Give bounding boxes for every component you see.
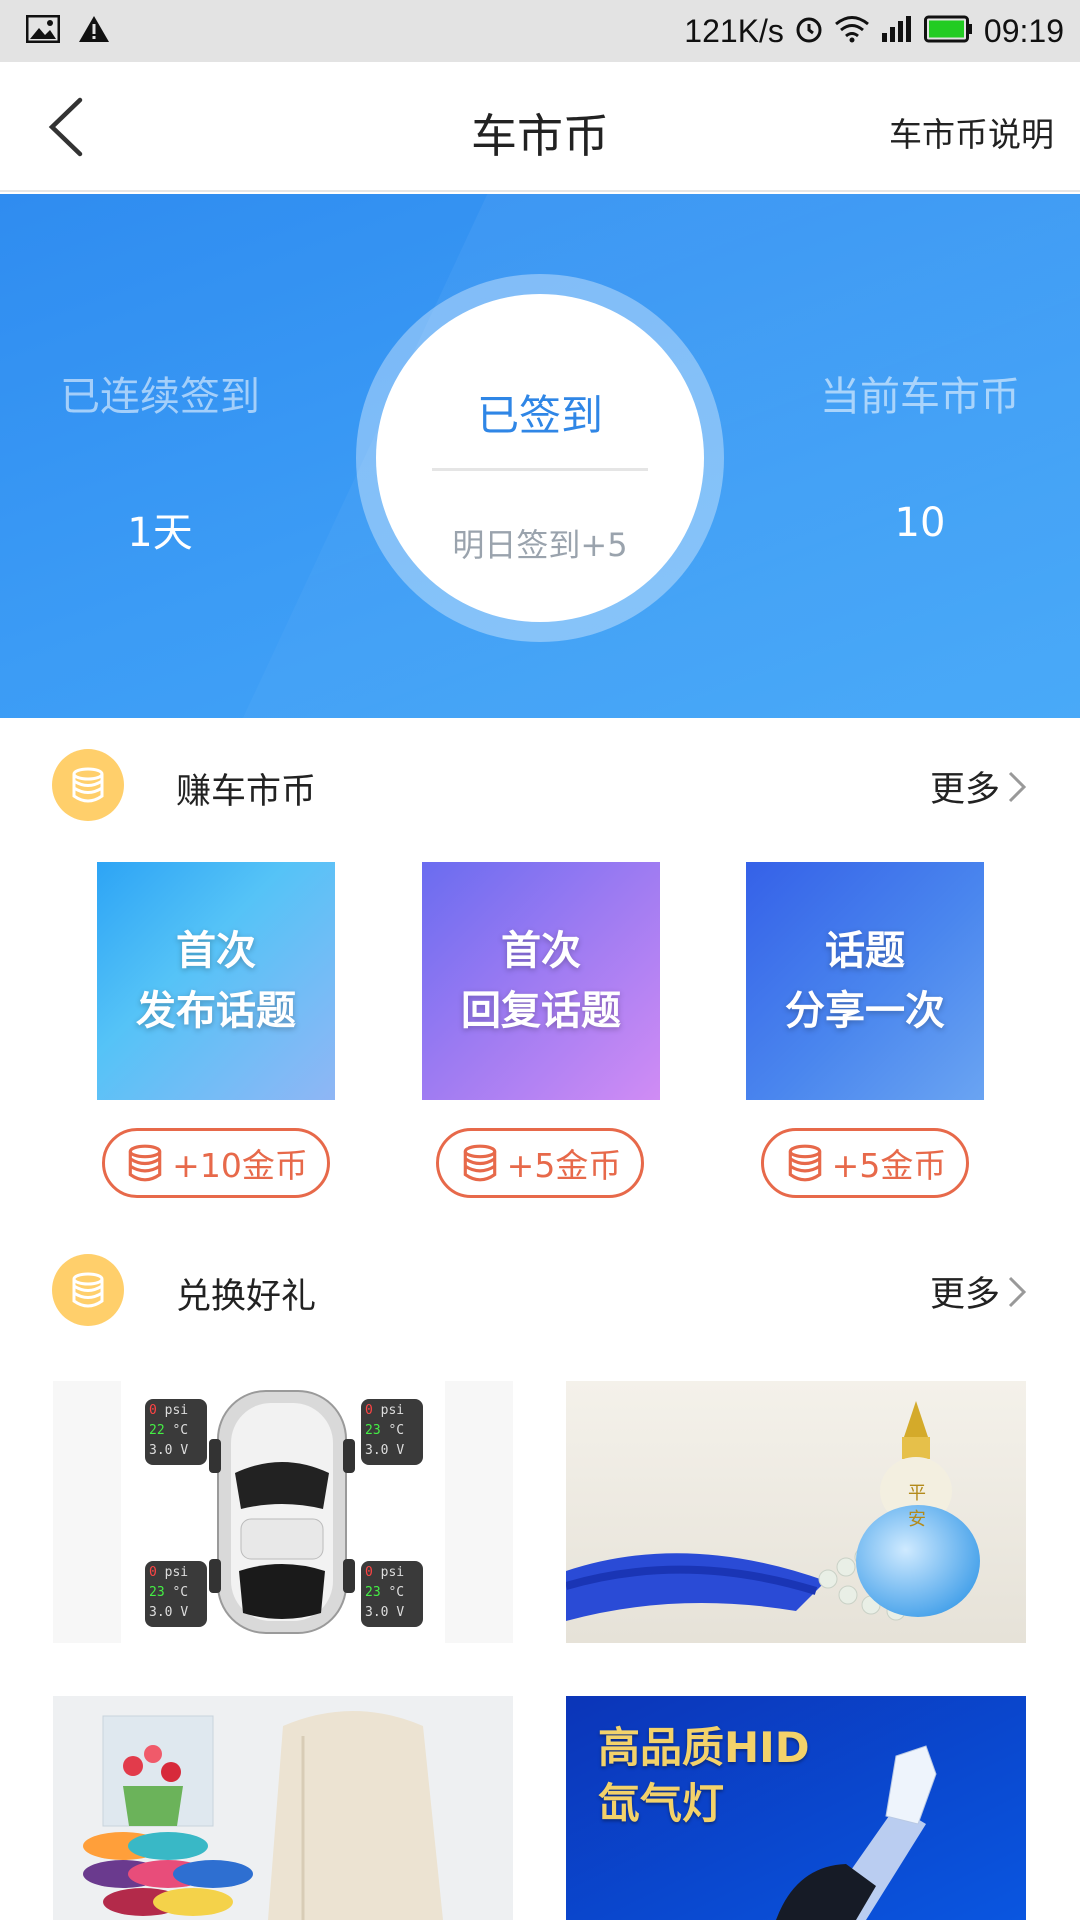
psi-value: 0 xyxy=(149,1403,157,1418)
psi-value: 0 xyxy=(365,1565,373,1580)
gift-hid-xenon-lamp[interactable]: 高品质HID 氙气灯 xyxy=(566,1696,1026,1920)
temp-unit: °C xyxy=(172,1423,189,1438)
lamp-promo-line1: 高品质HID xyxy=(598,1723,810,1772)
volt-value: 3.0 xyxy=(149,1605,173,1620)
volt-value: 3.0 xyxy=(149,1443,173,1458)
reward-label: +10金币 xyxy=(172,1146,308,1185)
title-bar: 车市币 车市币说明 xyxy=(0,62,1080,192)
exchange-section-header: 兑换好礼 更多 xyxy=(0,1240,1080,1340)
sensor-readout: 0 psi 23 °C 3.0 V xyxy=(361,1399,423,1465)
task-line2: 分享一次 xyxy=(785,988,945,1034)
earn-section-header: 赚车市币 更多 xyxy=(0,735,1080,835)
task-card[interactable]: 首次 回复话题 xyxy=(422,862,660,1100)
image-notification-icon xyxy=(25,14,61,47)
gift-towels[interactable] xyxy=(53,1696,513,1920)
volt-unit: V xyxy=(396,1605,405,1620)
lamp-promo-line2: 氙气灯 xyxy=(598,1779,725,1828)
exchange-title: 兑换好礼 xyxy=(176,1277,317,1317)
temp-value: 22 xyxy=(149,1423,165,1438)
wifi-icon xyxy=(834,15,870,47)
network-speed: 121K/s xyxy=(684,12,784,49)
coin-stack-icon xyxy=(52,749,124,821)
volt-value: 3.0 xyxy=(365,1605,389,1620)
temp-unit: °C xyxy=(172,1585,189,1600)
task-line2: 发布话题 xyxy=(136,988,296,1034)
temp-unit: °C xyxy=(388,1423,405,1438)
coin-stack-icon xyxy=(52,1254,124,1326)
gift-car-perfume[interactable]: 平安 xyxy=(566,1381,1026,1643)
temp-value: 23 xyxy=(149,1585,165,1600)
temp-unit: °C xyxy=(388,1585,405,1600)
psi-unit: psi xyxy=(380,1565,405,1580)
sensor-readout: 0 psi 23 °C 3.0 V xyxy=(145,1561,207,1627)
streak-value: 1天 xyxy=(127,510,193,556)
divider xyxy=(432,468,648,471)
lamp-promo-text: 高品质HID 氙气灯 xyxy=(598,1720,810,1832)
more-label: 更多 xyxy=(929,770,1000,810)
reward-badge: +5金币 xyxy=(761,1128,969,1198)
task-first-reply[interactable]: 首次 回复话题 xyxy=(422,862,660,1100)
checkin-banner: 已连续签到 1天 已签到 明日签到+5 当前车市币 10 xyxy=(0,194,1080,718)
earn-more-link[interactable]: 更多 xyxy=(930,761,1028,812)
battery-icon xyxy=(923,15,974,47)
earn-title: 赚车市币 xyxy=(176,772,317,812)
chevron-right-icon xyxy=(1008,1276,1027,1307)
coin-stack-icon xyxy=(463,1144,496,1182)
tire-pressure-monitor-image xyxy=(53,1381,513,1643)
coin-stack-icon xyxy=(788,1144,821,1182)
psi-value: 0 xyxy=(149,1565,157,1580)
reward-badge: +5金币 xyxy=(436,1128,644,1198)
psi-unit: psi xyxy=(380,1403,405,1418)
task-line1: 话题 xyxy=(825,928,905,974)
signal-icon xyxy=(880,15,914,47)
volt-unit: V xyxy=(180,1605,189,1620)
chevron-right-icon xyxy=(1008,771,1027,802)
task-share[interactable]: 话题 分享一次 xyxy=(746,862,984,1100)
task-card[interactable]: 话题 分享一次 xyxy=(746,862,984,1100)
perfume-stamp-text: 平安 xyxy=(908,1483,926,1530)
tomorrow-bonus: 明日签到+5 xyxy=(452,526,628,564)
coins-label: 当前车市币 xyxy=(820,374,1020,420)
coin-explanation-link[interactable]: 车市币说明 xyxy=(889,108,1054,156)
temp-value: 23 xyxy=(365,1585,381,1600)
reward-badge: +10金币 xyxy=(102,1128,330,1198)
psi-unit: psi xyxy=(164,1565,189,1580)
more-label: 更多 xyxy=(929,1275,1000,1315)
coin-stack-icon xyxy=(128,1144,162,1182)
status-bar: 121K/s 09:19 xyxy=(0,0,1080,62)
gift-tire-pressure-monitor[interactable]: 0 psi 22 °C 3.0 V 0 psi 23 °C 3.0 V 0 ps… xyxy=(53,1381,513,1643)
reward-label: +5金币 xyxy=(506,1146,622,1185)
volt-unit: V xyxy=(180,1443,189,1458)
checkin-status: 已签到 xyxy=(476,391,603,440)
towels-image xyxy=(53,1696,513,1920)
clock: 09:19 xyxy=(983,12,1064,49)
volt-value: 3.0 xyxy=(365,1443,389,1458)
warning-icon xyxy=(78,14,110,48)
psi-value: 0 xyxy=(365,1403,373,1418)
task-line1: 首次 xyxy=(176,928,256,974)
sensor-readout: 0 psi 22 °C 3.0 V xyxy=(145,1399,207,1465)
coins-value: 10 xyxy=(894,500,946,546)
car-perfume-image xyxy=(566,1381,1026,1643)
exchange-more-link[interactable]: 更多 xyxy=(930,1266,1028,1317)
psi-unit: psi xyxy=(164,1403,189,1418)
alarm-icon xyxy=(794,14,824,48)
task-line1: 首次 xyxy=(501,928,581,974)
streak-label: 已连续签到 xyxy=(60,374,260,420)
task-line2: 回复话题 xyxy=(461,988,621,1034)
temp-value: 23 xyxy=(365,1423,381,1438)
checkin-ring: 已签到 明日签到+5 xyxy=(356,274,724,642)
volt-unit: V xyxy=(396,1443,405,1458)
task-first-post[interactable]: 首次 发布话题 xyxy=(97,862,335,1100)
sensor-readout: 0 psi 23 °C 3.0 V xyxy=(361,1561,423,1627)
reward-label: +5金币 xyxy=(831,1146,947,1185)
checkin-button[interactable]: 已签到 明日签到+5 xyxy=(376,294,704,622)
task-card[interactable]: 首次 发布话题 xyxy=(97,862,335,1100)
